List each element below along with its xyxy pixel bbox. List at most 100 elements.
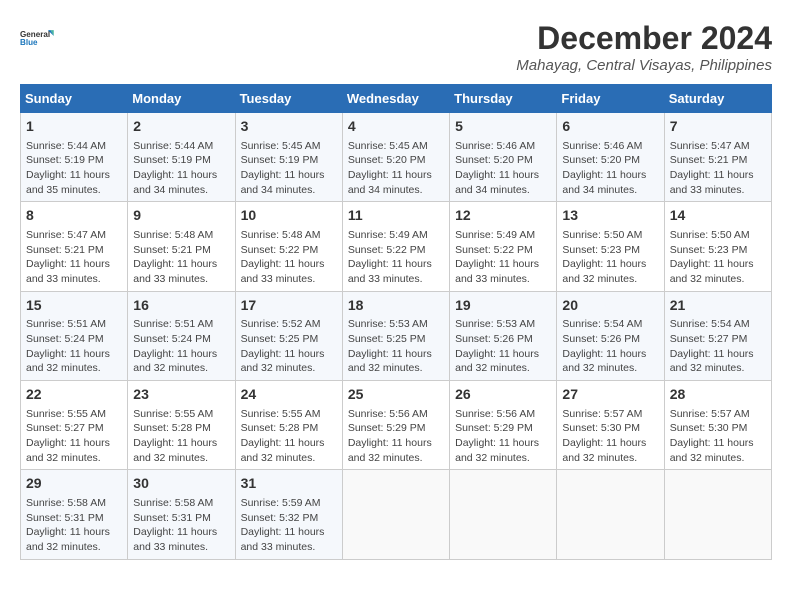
day-number: 3 — [241, 117, 337, 137]
header-friday: Friday — [557, 85, 664, 113]
day-number: 10 — [241, 206, 337, 226]
calendar-row: 8Sunrise: 5:47 AM Sunset: 5:21 PM Daylig… — [21, 202, 772, 291]
day-info: Sunrise: 5:55 AM Sunset: 5:27 PM Dayligh… — [26, 407, 122, 466]
day-number: 11 — [348, 206, 444, 226]
day-info: Sunrise: 5:50 AM Sunset: 5:23 PM Dayligh… — [670, 228, 766, 287]
logo: GeneralBlue — [20, 20, 56, 56]
table-row: 29Sunrise: 5:58 AM Sunset: 5:31 PM Dayli… — [21, 470, 128, 559]
day-number: 12 — [455, 206, 551, 226]
svg-text:General: General — [20, 30, 50, 39]
table-row: 8Sunrise: 5:47 AM Sunset: 5:21 PM Daylig… — [21, 202, 128, 291]
day-number: 17 — [241, 296, 337, 316]
day-number: 23 — [133, 385, 229, 405]
day-info: Sunrise: 5:58 AM Sunset: 5:31 PM Dayligh… — [26, 496, 122, 555]
calendar-row: 1Sunrise: 5:44 AM Sunset: 5:19 PM Daylig… — [21, 113, 772, 202]
day-number: 1 — [26, 117, 122, 137]
day-info: Sunrise: 5:44 AM Sunset: 5:19 PM Dayligh… — [26, 139, 122, 198]
day-number: 18 — [348, 296, 444, 316]
table-row: 18Sunrise: 5:53 AM Sunset: 5:25 PM Dayli… — [342, 291, 449, 380]
day-info: Sunrise: 5:51 AM Sunset: 5:24 PM Dayligh… — [133, 317, 229, 376]
day-number: 6 — [562, 117, 658, 137]
day-number: 31 — [241, 474, 337, 494]
table-row: 17Sunrise: 5:52 AM Sunset: 5:25 PM Dayli… — [235, 291, 342, 380]
table-row: 22Sunrise: 5:55 AM Sunset: 5:27 PM Dayli… — [21, 381, 128, 470]
day-number: 25 — [348, 385, 444, 405]
page-header: GeneralBlue December 2024 Mahayag, Centr… — [20, 20, 772, 74]
header-sunday: Sunday — [21, 85, 128, 113]
month-title: December 2024 — [516, 20, 772, 57]
day-number: 22 — [26, 385, 122, 405]
day-number: 2 — [133, 117, 229, 137]
day-info: Sunrise: 5:54 AM Sunset: 5:27 PM Dayligh… — [670, 317, 766, 376]
table-row — [450, 470, 557, 559]
table-row: 20Sunrise: 5:54 AM Sunset: 5:26 PM Dayli… — [557, 291, 664, 380]
day-number: 19 — [455, 296, 551, 316]
table-row: 3Sunrise: 5:45 AM Sunset: 5:19 PM Daylig… — [235, 113, 342, 202]
day-info: Sunrise: 5:45 AM Sunset: 5:19 PM Dayligh… — [241, 139, 337, 198]
day-number: 7 — [670, 117, 766, 137]
day-info: Sunrise: 5:56 AM Sunset: 5:29 PM Dayligh… — [348, 407, 444, 466]
header-tuesday: Tuesday — [235, 85, 342, 113]
calendar-row: 15Sunrise: 5:51 AM Sunset: 5:24 PM Dayli… — [21, 291, 772, 380]
day-number: 20 — [562, 296, 658, 316]
table-row: 14Sunrise: 5:50 AM Sunset: 5:23 PM Dayli… — [664, 202, 771, 291]
table-row: 1Sunrise: 5:44 AM Sunset: 5:19 PM Daylig… — [21, 113, 128, 202]
header-row: Sunday Monday Tuesday Wednesday Thursday… — [21, 85, 772, 113]
table-row — [342, 470, 449, 559]
table-row: 16Sunrise: 5:51 AM Sunset: 5:24 PM Dayli… — [128, 291, 235, 380]
day-info: Sunrise: 5:50 AM Sunset: 5:23 PM Dayligh… — [562, 228, 658, 287]
day-info: Sunrise: 5:47 AM Sunset: 5:21 PM Dayligh… — [26, 228, 122, 287]
day-info: Sunrise: 5:57 AM Sunset: 5:30 PM Dayligh… — [670, 407, 766, 466]
day-info: Sunrise: 5:57 AM Sunset: 5:30 PM Dayligh… — [562, 407, 658, 466]
day-number: 30 — [133, 474, 229, 494]
table-row: 30Sunrise: 5:58 AM Sunset: 5:31 PM Dayli… — [128, 470, 235, 559]
table-row — [664, 470, 771, 559]
logo-icon: GeneralBlue — [20, 20, 56, 56]
table-row: 27Sunrise: 5:57 AM Sunset: 5:30 PM Dayli… — [557, 381, 664, 470]
day-info: Sunrise: 5:59 AM Sunset: 5:32 PM Dayligh… — [241, 496, 337, 555]
table-row: 13Sunrise: 5:50 AM Sunset: 5:23 PM Dayli… — [557, 202, 664, 291]
table-row: 6Sunrise: 5:46 AM Sunset: 5:20 PM Daylig… — [557, 113, 664, 202]
day-number: 13 — [562, 206, 658, 226]
header-saturday: Saturday — [664, 85, 771, 113]
day-number: 8 — [26, 206, 122, 226]
day-info: Sunrise: 5:54 AM Sunset: 5:26 PM Dayligh… — [562, 317, 658, 376]
table-row: 7Sunrise: 5:47 AM Sunset: 5:21 PM Daylig… — [664, 113, 771, 202]
day-info: Sunrise: 5:48 AM Sunset: 5:21 PM Dayligh… — [133, 228, 229, 287]
day-number: 21 — [670, 296, 766, 316]
day-number: 14 — [670, 206, 766, 226]
day-info: Sunrise: 5:51 AM Sunset: 5:24 PM Dayligh… — [26, 317, 122, 376]
day-info: Sunrise: 5:49 AM Sunset: 5:22 PM Dayligh… — [348, 228, 444, 287]
day-info: Sunrise: 5:53 AM Sunset: 5:26 PM Dayligh… — [455, 317, 551, 376]
day-number: 27 — [562, 385, 658, 405]
day-number: 5 — [455, 117, 551, 137]
day-info: Sunrise: 5:49 AM Sunset: 5:22 PM Dayligh… — [455, 228, 551, 287]
table-row: 12Sunrise: 5:49 AM Sunset: 5:22 PM Dayli… — [450, 202, 557, 291]
day-number: 28 — [670, 385, 766, 405]
title-section: December 2024 Mahayag, Central Visayas, … — [516, 20, 772, 74]
day-info: Sunrise: 5:55 AM Sunset: 5:28 PM Dayligh… — [133, 407, 229, 466]
header-thursday: Thursday — [450, 85, 557, 113]
svg-text:Blue: Blue — [20, 38, 38, 47]
day-number: 16 — [133, 296, 229, 316]
day-number: 9 — [133, 206, 229, 226]
day-info: Sunrise: 5:52 AM Sunset: 5:25 PM Dayligh… — [241, 317, 337, 376]
table-row: 26Sunrise: 5:56 AM Sunset: 5:29 PM Dayli… — [450, 381, 557, 470]
day-info: Sunrise: 5:48 AM Sunset: 5:22 PM Dayligh… — [241, 228, 337, 287]
table-row: 15Sunrise: 5:51 AM Sunset: 5:24 PM Dayli… — [21, 291, 128, 380]
table-row: 23Sunrise: 5:55 AM Sunset: 5:28 PM Dayli… — [128, 381, 235, 470]
calendar-table: Sunday Monday Tuesday Wednesday Thursday… — [20, 84, 772, 560]
table-row: 11Sunrise: 5:49 AM Sunset: 5:22 PM Dayli… — [342, 202, 449, 291]
table-row: 2Sunrise: 5:44 AM Sunset: 5:19 PM Daylig… — [128, 113, 235, 202]
day-number: 4 — [348, 117, 444, 137]
day-info: Sunrise: 5:46 AM Sunset: 5:20 PM Dayligh… — [562, 139, 658, 198]
table-row — [557, 470, 664, 559]
table-row: 25Sunrise: 5:56 AM Sunset: 5:29 PM Dayli… — [342, 381, 449, 470]
header-monday: Monday — [128, 85, 235, 113]
day-info: Sunrise: 5:45 AM Sunset: 5:20 PM Dayligh… — [348, 139, 444, 198]
table-row: 5Sunrise: 5:46 AM Sunset: 5:20 PM Daylig… — [450, 113, 557, 202]
table-row: 9Sunrise: 5:48 AM Sunset: 5:21 PM Daylig… — [128, 202, 235, 291]
day-info: Sunrise: 5:47 AM Sunset: 5:21 PM Dayligh… — [670, 139, 766, 198]
table-row: 21Sunrise: 5:54 AM Sunset: 5:27 PM Dayli… — [664, 291, 771, 380]
location: Mahayag, Central Visayas, Philippines — [516, 57, 772, 74]
